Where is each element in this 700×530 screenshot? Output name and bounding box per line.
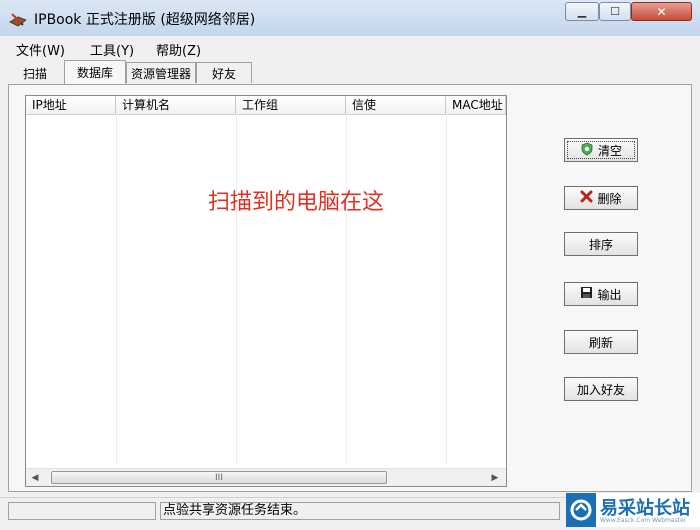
column-gridline bbox=[116, 114, 117, 464]
clear-button-label: 清空 bbox=[597, 143, 622, 158]
shield-icon bbox=[580, 142, 594, 159]
export-button-label: 输出 bbox=[597, 287, 622, 302]
delete-x-icon bbox=[580, 190, 593, 206]
column-computer-name[interactable]: 计算机名 bbox=[116, 96, 236, 114]
refresh-button-label: 刷新 bbox=[588, 335, 613, 350]
watermark: 易采站长站 Www.Easck.Com Webmaster bbox=[566, 493, 700, 527]
column-gridline bbox=[236, 114, 237, 464]
column-gridline bbox=[346, 114, 347, 464]
tab-scan[interactable]: 扫描 bbox=[8, 62, 62, 83]
tab-friends[interactable]: 好友 bbox=[196, 62, 252, 83]
title-bar[interactable]: IPBook 正式注册版 (超级网络邻居) ▁ ☐ ✕ bbox=[0, 0, 700, 37]
scroll-thumb[interactable]: III bbox=[51, 471, 387, 484]
app-book-icon bbox=[9, 13, 27, 27]
column-mac-address[interactable]: MAC地址 bbox=[446, 96, 506, 114]
computer-list[interactable]: IP地址 计算机名 工作组 信使 MAC地址 扫描到的电脑在这 ◀ III ▶ bbox=[25, 95, 507, 487]
column-messenger[interactable]: 信使 bbox=[346, 96, 446, 114]
add-friend-button[interactable]: 加入好友 bbox=[564, 377, 638, 401]
close-button[interactable]: ✕ bbox=[631, 2, 692, 21]
watermark-logo-icon bbox=[566, 493, 596, 527]
scroll-right-arrow-icon[interactable]: ▶ bbox=[488, 472, 502, 484]
column-gridline bbox=[446, 114, 447, 464]
delete-button[interactable]: 删除 bbox=[564, 186, 638, 210]
tab-resource-manager[interactable]: 资源管理器 bbox=[126, 62, 196, 83]
sort-button[interactable]: 排序 bbox=[564, 232, 638, 256]
refresh-button[interactable]: 刷新 bbox=[564, 330, 638, 354]
watermark-subtext: Www.Easck.Com Webmaster bbox=[600, 517, 687, 524]
tab-strip: 扫描 数据库 资源管理器 好友 bbox=[8, 60, 692, 84]
save-disk-icon bbox=[580, 286, 593, 302]
status-message: 点验共享资源任务结束。 bbox=[160, 502, 560, 520]
clear-button[interactable]: 清空 bbox=[564, 138, 638, 162]
menu-help[interactable]: 帮助(Z) bbox=[156, 40, 201, 59]
menu-tools[interactable]: 工具(Y) bbox=[90, 40, 134, 59]
export-button[interactable]: 输出 bbox=[564, 282, 638, 306]
tab-database[interactable]: 数据库 bbox=[64, 60, 126, 84]
delete-button-label: 删除 bbox=[597, 191, 622, 206]
sort-button-label: 排序 bbox=[588, 237, 613, 252]
maximize-button[interactable]: ☐ bbox=[599, 2, 631, 21]
menu-bar: 文件(W) 工具(Y) 帮助(Z) bbox=[0, 36, 700, 60]
annotation-text: 扫描到的电脑在这 bbox=[208, 190, 385, 215]
column-ip-address[interactable]: IP地址 bbox=[26, 96, 116, 114]
status-pane-left bbox=[8, 502, 156, 520]
add-friend-button-label: 加入好友 bbox=[576, 382, 625, 397]
column-workgroup[interactable]: 工作组 bbox=[236, 96, 346, 114]
minimize-button[interactable]: ▁ bbox=[565, 2, 599, 21]
window-title: IPBook 正式注册版 (超级网络邻居) bbox=[34, 12, 256, 28]
horizontal-scrollbar[interactable]: ◀ III ▶ bbox=[26, 468, 506, 486]
scroll-left-arrow-icon[interactable]: ◀ bbox=[28, 472, 42, 484]
menu-file[interactable]: 文件(W) bbox=[16, 40, 65, 59]
list-header: IP地址 计算机名 工作组 信使 MAC地址 bbox=[26, 96, 506, 115]
